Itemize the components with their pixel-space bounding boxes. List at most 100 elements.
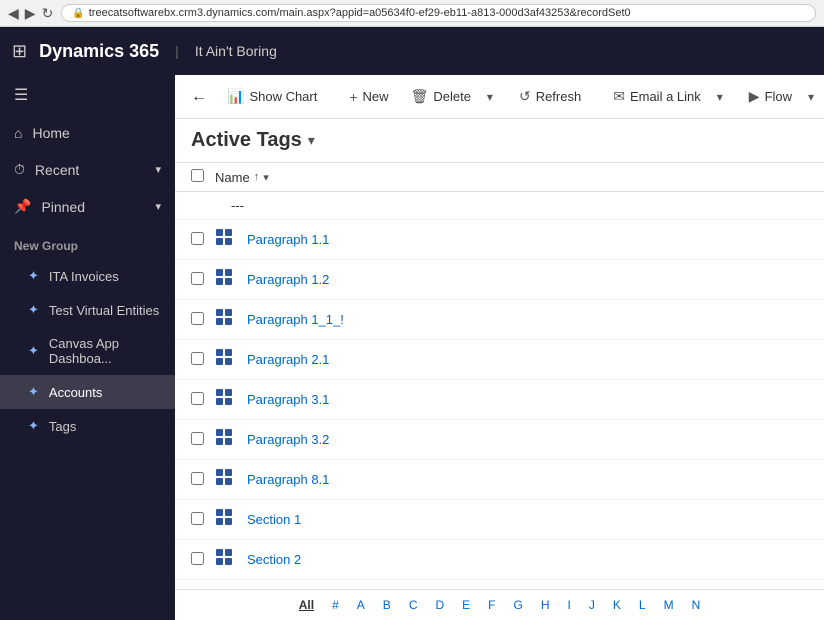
browser-bar: ◀ ▶ ↻ 🔒 treecatsoftwarebx.crm3.dynamics.…: [0, 0, 824, 27]
pagination-all[interactable]: All: [291, 594, 322, 616]
row-checkbox-1[interactable]: [191, 272, 204, 285]
canvas-app-label: Canvas App Dashboa...: [49, 336, 161, 366]
url-text: treecatsoftwarebx.crm3.dynamics.com/main…: [89, 7, 631, 19]
table-row[interactable]: Paragraph 8.1: [175, 460, 824, 500]
row-checkbox-0[interactable]: [191, 232, 204, 245]
row-check-2[interactable]: [191, 312, 215, 328]
pinned-chevron-icon: ▾: [155, 200, 161, 213]
row-check-3[interactable]: [191, 352, 215, 368]
row-entity-icon-5: [215, 428, 239, 451]
row-name-4[interactable]: Paragraph 3.1: [247, 392, 329, 407]
brand-name: Dynamics 365: [39, 41, 159, 62]
row-name-8[interactable]: Section 2: [247, 552, 301, 567]
accounts-icon: ✦: [28, 384, 39, 400]
row-checkbox-6[interactable]: [191, 472, 204, 485]
refresh-button[interactable]: ↺ Refresh: [509, 82, 591, 111]
email-link-label: Email a Link: [630, 89, 701, 104]
table-row[interactable]: Section 1: [175, 500, 824, 540]
pagination-l[interactable]: L: [631, 594, 654, 616]
show-chart-button[interactable]: 📊 Show Chart: [217, 82, 327, 111]
row-entity-icon-8: [215, 548, 239, 571]
row-name-6[interactable]: Paragraph 8.1: [247, 472, 329, 487]
sidebar-item-accounts[interactable]: ✦ Accounts: [0, 375, 175, 409]
pagination-d[interactable]: D: [427, 594, 452, 616]
row-check-5[interactable]: [191, 432, 215, 448]
flow-button[interactable]: ▶ Flow: [739, 82, 802, 111]
table-row[interactable]: Section 3...: [175, 580, 824, 589]
reload-nav-icon[interactable]: ↻: [42, 5, 54, 22]
toolbar-dropdown-2[interactable]: ▾: [713, 84, 727, 110]
pagination-j[interactable]: J: [581, 594, 603, 616]
pagination-c[interactable]: C: [401, 594, 426, 616]
row-name-1[interactable]: Paragraph 1.2: [247, 272, 329, 287]
row-name-0[interactable]: Paragraph 1.1: [247, 232, 329, 247]
toolbar-dropdown-3[interactable]: ▾: [804, 84, 818, 110]
app-name: It Ain't Boring: [195, 43, 277, 59]
pagination-b[interactable]: B: [375, 594, 399, 616]
sort-asc-icon[interactable]: ↑: [254, 171, 260, 183]
row-checkbox-7[interactable]: [191, 512, 204, 525]
pagination-g[interactable]: G: [506, 594, 531, 616]
sidebar-item-home[interactable]: ⌂ Home: [0, 115, 175, 151]
table-row[interactable]: Paragraph 3.1: [175, 380, 824, 420]
row-checkbox-5[interactable]: [191, 432, 204, 445]
delete-label: Delete: [433, 89, 471, 104]
table-header: Name ↑ ▾: [175, 163, 824, 192]
row-name-5[interactable]: Paragraph 3.2: [247, 432, 329, 447]
table-row[interactable]: Paragraph 2.1: [175, 340, 824, 380]
row-checkbox-4[interactable]: [191, 392, 204, 405]
row-checkbox-3[interactable]: [191, 352, 204, 365]
table-row[interactable]: Paragraph 1.2: [175, 260, 824, 300]
row-checkbox-2[interactable]: [191, 312, 204, 325]
new-button[interactable]: + New: [339, 83, 398, 111]
row-check-7[interactable]: [191, 512, 215, 528]
pagination-f[interactable]: F: [480, 594, 503, 616]
sidebar-item-recent[interactable]: ⏱ Recent ▾: [0, 151, 175, 188]
row-check-8[interactable]: [191, 552, 215, 568]
pagination-n[interactable]: N: [684, 594, 709, 616]
new-icon: +: [349, 89, 357, 105]
header-check-col[interactable]: [191, 169, 215, 185]
table-row[interactable]: Paragraph 3.2: [175, 420, 824, 460]
row-checkbox-8[interactable]: [191, 552, 204, 565]
pagination-k[interactable]: K: [605, 594, 629, 616]
row-check-4[interactable]: [191, 392, 215, 408]
email-link-button[interactable]: ✉ Email a Link: [603, 82, 711, 111]
pagination-#[interactable]: #: [324, 594, 347, 616]
sort-dropdown-icon[interactable]: ▾: [263, 171, 269, 184]
sidebar-item-test-virtual[interactable]: ✦ Test Virtual Entities: [0, 293, 175, 327]
page-title-dropdown[interactable]: ▾: [308, 132, 315, 149]
pagination-a[interactable]: A: [349, 594, 373, 616]
row-check-6[interactable]: [191, 472, 215, 488]
delete-button[interactable]: 🗑 Delete: [401, 82, 481, 111]
select-all-checkbox[interactable]: [191, 169, 204, 182]
back-button[interactable]: ←: [183, 82, 215, 112]
pagination-i[interactable]: I: [560, 594, 579, 616]
url-bar[interactable]: 🔒 treecatsoftwarebx.crm3.dynamics.com/ma…: [61, 4, 816, 22]
sidebar-recent-label: Recent: [35, 162, 79, 178]
row-check-0[interactable]: [191, 232, 215, 248]
pagination-h[interactable]: H: [533, 594, 558, 616]
sidebar-item-pinned[interactable]: 📌 Pinned ▾: [0, 188, 175, 225]
row-check-1[interactable]: [191, 272, 215, 288]
row-name-3[interactable]: Paragraph 2.1: [247, 352, 329, 367]
row-name-7[interactable]: Section 1: [247, 512, 301, 527]
sidebar-item-ita-invoices[interactable]: ✦ ITA Invoices: [0, 259, 175, 293]
row-entity-icon-2: [215, 308, 239, 331]
waffle-icon[interactable]: ⊞: [12, 41, 27, 62]
sidebar-item-tags[interactable]: ✦ Tags: [0, 409, 175, 443]
table-row[interactable]: Section 2: [175, 540, 824, 580]
table-row[interactable]: Paragraph 1_1_!: [175, 300, 824, 340]
row-name-2[interactable]: Paragraph 1_1_!: [247, 312, 344, 327]
name-col-label: Name: [215, 170, 250, 185]
sidebar-hamburger[interactable]: ☰: [0, 75, 175, 115]
tags-icon: ✦: [28, 418, 39, 434]
pagination-m[interactable]: M: [656, 594, 682, 616]
sidebar-item-canvas-app[interactable]: ✦ Canvas App Dashboa...: [0, 327, 175, 375]
back-nav-icon[interactable]: ◀: [8, 5, 19, 22]
toolbar-dropdown-1[interactable]: ▾: [483, 84, 497, 110]
pagination-e[interactable]: E: [454, 594, 478, 616]
flow-icon: ▶: [749, 88, 760, 105]
table-row[interactable]: Paragraph 1.1: [175, 220, 824, 260]
forward-nav-icon[interactable]: ▶: [25, 5, 36, 22]
